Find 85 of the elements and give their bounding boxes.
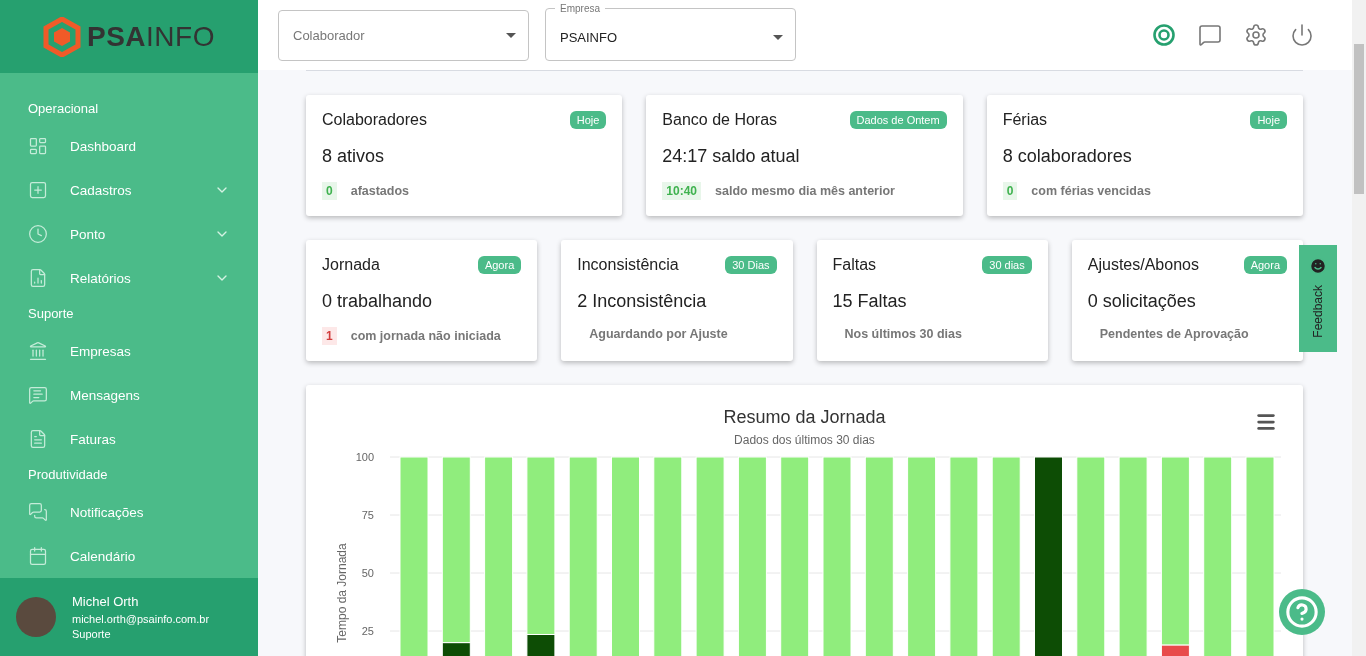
toolbar-button[interactable] — [1152, 23, 1176, 47]
user-role: Suporte — [72, 628, 112, 640]
nav-item[interactable]: Empresas — [0, 329, 258, 373]
caret-icon — [773, 34, 783, 40]
card-value: 15 Faltas — [832, 291, 908, 312]
clock-icon — [28, 224, 48, 244]
settings-icon — [1244, 23, 1268, 47]
chat-bubbles-icon — [28, 502, 48, 522]
hexagon-logo-icon — [43, 16, 81, 57]
calendar-icon — [28, 546, 48, 566]
period-badge: 30 dias — [982, 256, 1032, 274]
avatar — [16, 597, 56, 637]
period-badge: Hoje — [569, 111, 607, 129]
help-button[interactable] — [1279, 589, 1325, 635]
card-title: Banco de Horas — [662, 111, 778, 129]
card-value: 8 colaboradores — [1002, 146, 1133, 167]
logo-text: PSAINFO — [87, 20, 215, 53]
chart-title: Resumo da Jornada — [723, 407, 886, 428]
count-badge: 0 — [322, 182, 337, 200]
menu-button[interactable] — [1255, 411, 1277, 433]
card-note: afastados — [350, 184, 410, 198]
field-label: Empresa — [559, 2, 601, 15]
card-title: Jornada — [322, 256, 380, 274]
nav-item[interactable]: Mensagens — [0, 373, 258, 417]
bank-icon — [28, 341, 48, 361]
target-icon — [1152, 23, 1176, 47]
user-name: Michel Orth — [72, 594, 140, 609]
period-badge: Dados de Ontem — [849, 111, 947, 129]
card-value: 0 solicitações — [1087, 291, 1197, 312]
chart-subtitle: Dados dos últimos 30 dias — [733, 433, 876, 447]
card-value: 8 ativos — [322, 146, 386, 167]
nav-item[interactable]: Faturas — [0, 417, 258, 461]
y-tick-label: 25 — [361, 625, 374, 637]
smile-icon — [1309, 257, 1327, 275]
plus-square-icon — [28, 180, 48, 200]
period-badge: Agora — [477, 256, 522, 274]
y-tick-label: 100 — [355, 451, 374, 463]
section-title: Produtividade — [27, 466, 109, 484]
card-note: com férias vencidas — [1031, 184, 1151, 198]
field-placeholder: Colaborador — [293, 27, 366, 43]
card-note: Nos últimos 30 dias — [843, 327, 962, 341]
y-tick-label: 50 — [361, 567, 374, 579]
card-value: 0 trabalhando — [322, 291, 434, 312]
card-note: com jornada não iniciada — [350, 329, 501, 343]
card-title: Colaboradores — [322, 111, 427, 129]
card-title: Férias — [1002, 111, 1048, 129]
card-note: Aguardando por Ajuste — [588, 327, 728, 341]
nav-item[interactable]: Relatórios — [0, 256, 258, 300]
count-badge: 0 — [1002, 182, 1018, 200]
toolbar-button[interactable] — [1244, 23, 1268, 47]
period-badge: Hoje — [1250, 111, 1287, 129]
nav-item[interactable]: Ponto — [0, 212, 258, 256]
select-field[interactable]: Colaborador — [278, 9, 529, 61]
toolbar-button[interactable] — [1198, 23, 1222, 47]
nav-item[interactable]: Dashboard — [0, 124, 258, 168]
count-badge: 10:40 — [662, 182, 702, 200]
nav-item[interactable]: Calendário — [0, 534, 258, 578]
user-email: michel.orth@psainfo.com.br — [72, 613, 210, 625]
card-title: Inconsistência — [577, 256, 679, 274]
caret-icon — [506, 32, 516, 38]
chat-icon — [1198, 23, 1222, 47]
period-badge: 30 Dias — [725, 256, 777, 274]
y-axis-title: Tempo da Jornada — [335, 543, 349, 643]
section-title: Suporte — [27, 305, 75, 323]
card-note: saldo mesmo dia mês anterior — [715, 184, 895, 198]
toolbar-button[interactable] — [1290, 23, 1314, 47]
grid-icon — [28, 136, 48, 156]
nav-item[interactable]: Cadastros — [0, 168, 258, 212]
period-badge: Agora — [1243, 256, 1287, 274]
y-tick-label: 75 — [361, 509, 374, 521]
card-note: Pendentes de Aprovação — [1098, 327, 1249, 341]
power-icon — [1290, 23, 1314, 47]
count-badge: 1 — [322, 327, 337, 345]
nav-item[interactable]: Notificações — [0, 490, 258, 534]
card-value: 24:17 saldo atual — [662, 146, 801, 167]
select-field[interactable]: Empresa PSAINFO — [545, 2, 796, 61]
card-title: Faltas — [832, 256, 877, 274]
feedback-tab[interactable]: Feedback — [1299, 245, 1337, 352]
field-value: PSAINFO — [560, 29, 619, 45]
chart-document-icon — [28, 268, 48, 288]
card-title: Ajustes/Abonos — [1087, 256, 1199, 274]
message-icon — [28, 385, 48, 405]
card-value: 2 Inconsistência — [577, 291, 708, 312]
section-title: Operacional — [27, 100, 100, 118]
document-icon — [28, 429, 48, 449]
